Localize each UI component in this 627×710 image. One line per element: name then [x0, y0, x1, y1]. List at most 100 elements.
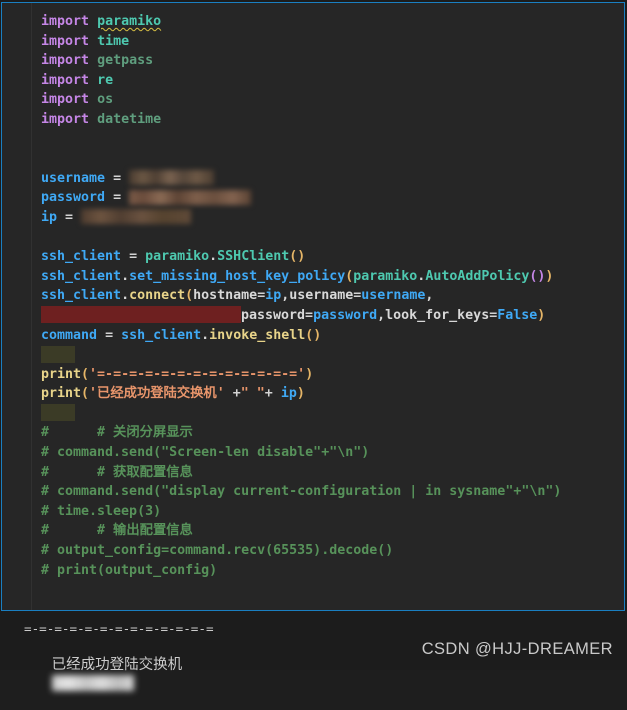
code-token: ( [185, 288, 194, 304]
code-token: # command.send("display current-configur… [41, 484, 562, 500]
code-token: # # 输出配置信息 [41, 523, 193, 539]
code-token: AutoAddPolicy [425, 268, 530, 284]
code-line[interactable]: # command.send("display current-configur… [33, 482, 624, 502]
code-line[interactable] [33, 130, 624, 150]
code-token: print [41, 386, 82, 402]
code-token: connect [129, 288, 186, 304]
code-token: print [41, 366, 82, 382]
code-token: username [41, 170, 106, 186]
code-token: + [232, 386, 241, 402]
code-token: import [41, 72, 90, 88]
code-token: invoke_shell [209, 327, 306, 343]
code-line[interactable]: password = [33, 188, 624, 208]
code-token: , [377, 307, 386, 323]
code-line[interactable] [33, 404, 624, 424]
code-token: import [41, 92, 90, 108]
code-token: look_for_keys [385, 307, 490, 323]
code-token: ssh_client [121, 327, 202, 343]
code-line[interactable]: password=password,look_for_keys=False) [33, 306, 624, 326]
code-token: '=-=-=-=-=-=-=-=-=-=-=-=-=' [89, 366, 306, 382]
code-token: # time.sleep(3) [41, 503, 162, 519]
code-line[interactable]: # # 输出配置信息 [33, 521, 624, 541]
screenshot-root: import paramiko import time import getpass… [0, 0, 627, 691]
code-token: password [41, 190, 106, 206]
editor-gutter [2, 3, 32, 610]
code-token: ) [297, 249, 306, 265]
code-token: ip [265, 288, 282, 304]
code-token: os [97, 92, 114, 108]
code-line[interactable]: ip = [33, 208, 624, 228]
code-token: command [41, 327, 98, 343]
code-token: ( [81, 386, 90, 402]
code-token: getpass [97, 53, 154, 69]
code-token: ) [545, 268, 554, 284]
code-content[interactable]: import paramiko import time import getpass… [33, 3, 624, 610]
code-token: SSHClient [217, 249, 290, 265]
code-token: . [201, 327, 210, 343]
code-token: , [425, 288, 434, 304]
code-token: ip [280, 386, 297, 402]
code-token: # output_config=command.recv(65535).deco… [41, 543, 394, 559]
code-token: = [129, 249, 138, 265]
code-line[interactable]: import paramiko [33, 12, 624, 32]
whitespace-marker [41, 345, 75, 363]
code-line[interactable]: import datetime [33, 110, 624, 130]
code-token: # command.send("Screen-len disable"+"\n"… [41, 445, 370, 461]
code-line[interactable]: # # 关闭分屏显示 [33, 423, 624, 443]
code-line[interactable] [33, 345, 624, 365]
whitespace-marker [41, 306, 241, 324]
code-line[interactable] [33, 149, 624, 169]
code-line[interactable]: print('已经成功登陆交换机' +" "+ ip) [33, 384, 624, 404]
code-token: = [305, 307, 314, 323]
code-token: = [113, 170, 122, 186]
code-token: set_missing_host_key_policy [129, 268, 346, 284]
code-token: import [41, 14, 90, 29]
code-token: # # 获取配置信息 [41, 464, 193, 480]
code-line[interactable]: username = [33, 169, 624, 189]
code-token: = [113, 190, 122, 206]
whitespace-marker [41, 404, 75, 422]
code-line[interactable]: print('=-=-=-=-=-=-=-=-=-=-=-=-=') [33, 365, 624, 385]
code-line[interactable]: ssh_client = paramiko.SSHClient() [33, 247, 624, 267]
code-token: . [121, 268, 130, 284]
code-token: paramiko [97, 14, 162, 29]
redacted-ip-value [51, 675, 134, 691]
code-token: . [121, 288, 130, 304]
code-token: password [241, 307, 306, 323]
code-editor-pane[interactable]: import paramiko import time import getpass… [1, 2, 625, 611]
code-line[interactable]: # # 获取配置信息 [33, 463, 624, 483]
code-token: ) [305, 366, 314, 382]
code-line[interactable]: import re [33, 71, 624, 91]
code-line[interactable]: # time.sleep(3) [33, 502, 624, 522]
code-line[interactable]: ssh_client.connect(hostname=ip,username=… [33, 286, 624, 306]
code-token: ( [81, 366, 90, 382]
csdn-watermark: CSDN @HJJ-DREAMER [421, 640, 613, 658]
code-line[interactable]: # command.send("Screen-len disable"+"\n"… [33, 443, 624, 463]
console-separator-line: =-=-=-=-=-=-=-=-=-=-=-=-= [24, 621, 214, 636]
code-token: password [313, 307, 378, 323]
code-token: = [257, 288, 266, 304]
code-line[interactable] [33, 228, 624, 248]
code-token: time [97, 33, 130, 49]
code-line[interactable]: import os [33, 90, 624, 110]
code-line[interactable]: command = ssh_client.invoke_shell() [33, 326, 624, 346]
code-line[interactable]: import time [33, 32, 624, 52]
code-line[interactable]: ssh_client.set_missing_host_key_policy(p… [33, 267, 624, 287]
code-token: ip [41, 209, 58, 225]
code-token: ssh_client [41, 249, 122, 265]
code-line[interactable]: import getpass [33, 51, 624, 71]
code-token: " " [240, 386, 265, 402]
code-line[interactable]: # print(output_config) [33, 561, 624, 581]
code-line[interactable]: # output_config=command.recv(65535).deco… [33, 541, 624, 561]
